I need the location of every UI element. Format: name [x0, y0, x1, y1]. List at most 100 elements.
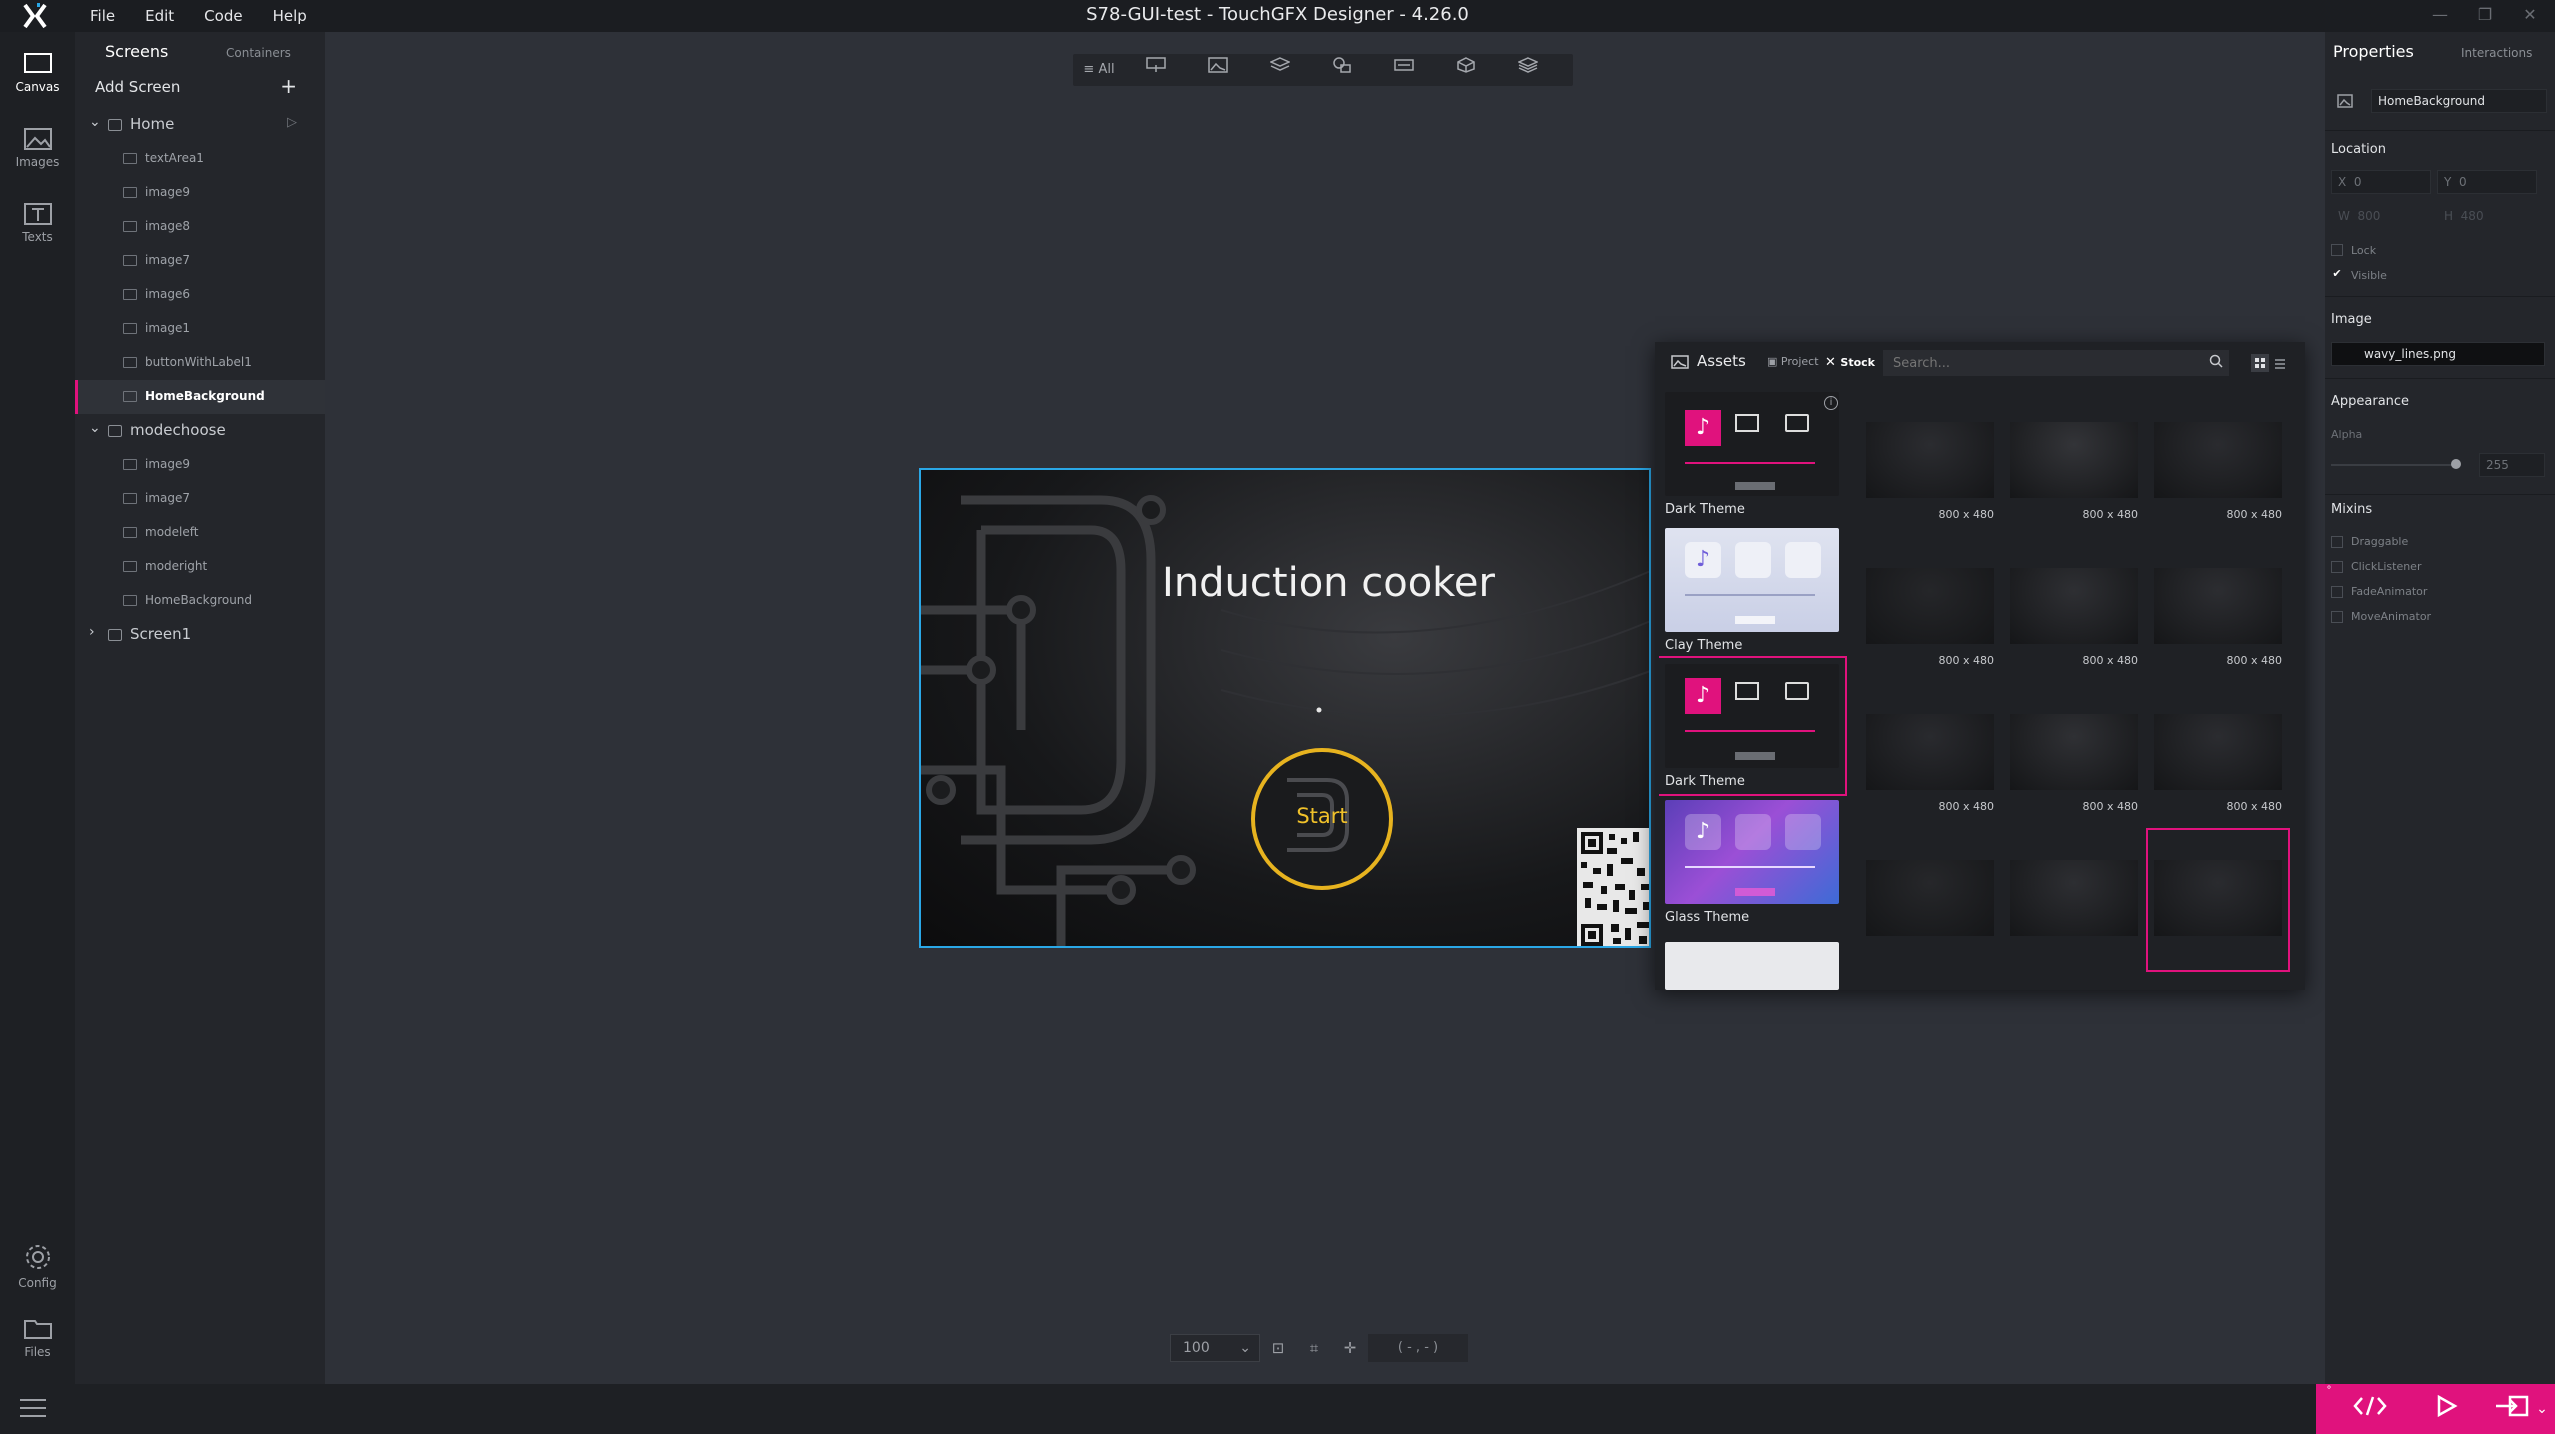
- stock-image-item[interactable]: 800 x 480: [2148, 538, 2288, 678]
- stock-image-item[interactable]: 800 x 480: [1860, 392, 2000, 532]
- rail-images[interactable]: Images: [0, 127, 75, 169]
- rail-files[interactable]: Files: [0, 1317, 75, 1359]
- tree-widget-row[interactable]: image8: [75, 210, 325, 244]
- rail-canvas[interactable]: Canvas: [0, 52, 75, 94]
- theme-card-glass[interactable]: ♪ Glass Theme: [1659, 800, 1845, 925]
- search-icon[interactable]: [2209, 354, 2223, 368]
- tab-interactions[interactable]: Interactions: [2461, 46, 2532, 60]
- move-icon[interactable]: ✛: [1332, 1334, 1368, 1362]
- stock-image-item[interactable]: 800 x 480: [2148, 684, 2288, 824]
- alpha-value-field[interactable]: 255: [2479, 453, 2545, 477]
- filter-buttons-icon[interactable]: [1125, 54, 1187, 86]
- stock-image-item[interactable]: [2004, 830, 2144, 970]
- y-field[interactable]: Y 0: [2437, 170, 2537, 194]
- stock-image-item[interactable]: 800 x 480: [2148, 392, 2288, 532]
- tree-widget-row[interactable]: image7: [75, 244, 325, 278]
- alpha-slider-handle[interactable]: [2451, 459, 2461, 469]
- image-select-field[interactable]: wavy_lines.png: [2331, 342, 2545, 366]
- assets-tab-stock[interactable]: ✕ Stock: [1825, 355, 1875, 370]
- screen-title-text[interactable]: Induction cooker: [921, 560, 1649, 606]
- stock-image-item[interactable]: [2146, 828, 2290, 972]
- filter-all-button[interactable]: ≡ All: [1073, 54, 1125, 86]
- maximize-icon[interactable]: ❐: [2465, 0, 2505, 30]
- filter-layers-icon[interactable]: [1497, 54, 1559, 86]
- generate-code-icon[interactable]: [2350, 1394, 2390, 1424]
- list-view-icon[interactable]: [2271, 354, 2289, 372]
- image-icon: [123, 289, 137, 300]
- rail-texts[interactable]: Texts: [0, 202, 75, 244]
- stock-image-thumbnail: [2154, 422, 2282, 498]
- theme-card-dark-2[interactable]: ♪ Dark Theme: [1659, 656, 1847, 796]
- chevron-right-icon[interactable]: ›: [89, 624, 95, 640]
- tree-widget-row[interactable]: HomeBackground: [75, 584, 325, 618]
- close-icon[interactable]: ✕: [2510, 0, 2550, 30]
- start-button[interactable]: Start: [1251, 748, 1393, 890]
- visible-checkbox[interactable]: ✔: [2331, 268, 2343, 281]
- zoom-select[interactable]: 100 ⌄: [1170, 1334, 1260, 1362]
- touchgfx-app: File Edit Code Help S78-GUI-test - Touch…: [0, 0, 2555, 1434]
- clicklistener-checkbox[interactable]: [2331, 561, 2343, 573]
- stock-image-item[interactable]: 800 x 480: [2004, 538, 2144, 678]
- tree-widget-row[interactable]: HomeBackground: [75, 380, 325, 414]
- tab-properties[interactable]: Properties: [2333, 42, 2414, 61]
- tree-widget-row[interactable]: image9: [75, 176, 325, 210]
- stock-image-item[interactable]: 800 x 480: [2004, 392, 2144, 532]
- theme-card-dark-1[interactable]: ♪ i Dark Theme: [1659, 392, 1845, 522]
- tree-screen-row[interactable]: ⌄ ▷ Home: [75, 108, 325, 142]
- theme-thumbnail: ♪: [1665, 528, 1839, 632]
- rail-config[interactable]: Config: [0, 1242, 75, 1290]
- tree-widget-row[interactable]: moderight: [75, 550, 325, 584]
- alpha-slider-track[interactable]: [2331, 464, 2459, 466]
- tree-widget-row[interactable]: image9: [75, 448, 325, 482]
- x-field[interactable]: X 0: [2331, 170, 2431, 194]
- info-icon[interactable]: i: [1824, 396, 1838, 410]
- filter-shapes-icon[interactable]: [1311, 54, 1373, 86]
- chevron-down-icon[interactable]: ⌄: [89, 420, 101, 436]
- assets-search-input[interactable]: [1883, 350, 2229, 376]
- moveanimator-checkbox[interactable]: [2331, 611, 2343, 623]
- tree-widget-row[interactable]: buttonWithLabel1: [75, 346, 325, 380]
- add-screen-plus-icon[interactable]: +: [280, 74, 297, 98]
- alpha-label: Alpha: [2331, 428, 2363, 441]
- tree-widget-row[interactable]: image1: [75, 312, 325, 346]
- filter-3d-icon[interactable]: [1435, 54, 1497, 86]
- stock-image-item[interactable]: [1860, 830, 2000, 970]
- tab-screens[interactable]: Screens: [105, 42, 168, 61]
- widget-name-field[interactable]: HomeBackground: [2371, 89, 2547, 113]
- rail-files-label: Files: [24, 1345, 51, 1359]
- run-target-icon[interactable]: [2492, 1394, 2532, 1424]
- stock-image-item[interactable]: 800 x 480: [1860, 538, 2000, 678]
- play-screen-icon[interactable]: ▷: [287, 115, 297, 130]
- stock-image-item[interactable]: 800 x 480: [1860, 684, 2000, 824]
- theme-card-clay[interactable]: ♪ Clay Theme: [1659, 528, 1845, 653]
- qr-code-image[interactable]: [1577, 828, 1649, 946]
- tree-screen-row[interactable]: ⌄ modechoose: [75, 414, 325, 448]
- fadeanimator-checkbox[interactable]: [2331, 586, 2343, 598]
- tree-widget-row[interactable]: modeleft: [75, 516, 325, 550]
- draggable-checkbox[interactable]: [2331, 536, 2343, 548]
- hamburger-menu-icon[interactable]: [20, 1399, 46, 1423]
- stock-image-thumbnail: [2010, 568, 2138, 644]
- chevron-down-icon[interactable]: ⌄: [2532, 1394, 2552, 1424]
- screen-icon: [108, 119, 122, 131]
- filter-containers-icon[interactable]: [1249, 54, 1311, 86]
- fit-screen-icon[interactable]: ⊡: [1260, 1334, 1296, 1362]
- tree-screen-row[interactable]: › Screen1: [75, 618, 325, 652]
- filter-images-icon[interactable]: [1187, 54, 1249, 86]
- tab-containers[interactable]: Containers: [226, 46, 291, 60]
- tree-widget-row[interactable]: textArea1: [75, 142, 325, 176]
- lock-checkbox[interactable]: [2331, 244, 2343, 256]
- screen-preview[interactable]: Induction cooker Start: [919, 468, 1651, 948]
- chevron-down-icon[interactable]: ⌄: [89, 114, 101, 130]
- tree-widget-row[interactable]: image7: [75, 482, 325, 516]
- minimize-icon[interactable]: —: [2420, 0, 2460, 30]
- crop-icon[interactable]: ⌗: [1296, 1334, 1332, 1362]
- theme-card-partial[interactable]: [1659, 942, 1845, 990]
- run-simulator-icon[interactable]: [2426, 1394, 2466, 1424]
- add-screen-row[interactable]: Add Screen +: [75, 74, 325, 104]
- stock-image-item[interactable]: 800 x 480: [2004, 684, 2144, 824]
- filter-inputs-icon[interactable]: [1373, 54, 1435, 86]
- grid-view-icon[interactable]: [2251, 354, 2269, 372]
- assets-tab-project[interactable]: ▣ Project: [1767, 355, 1819, 368]
- tree-widget-row[interactable]: image6: [75, 278, 325, 312]
